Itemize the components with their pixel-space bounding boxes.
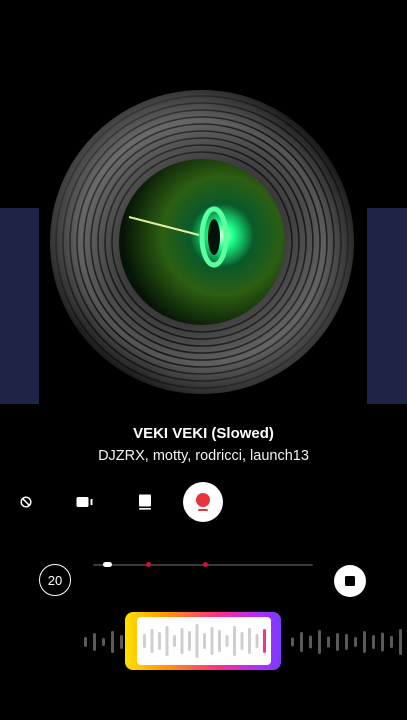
next-cover-card[interactable]: [367, 208, 407, 404]
selected-waveform-bar: [165, 626, 169, 656]
video-camera-icon: [76, 497, 93, 507]
selected-waveform-bar: [203, 633, 206, 649]
selected-waveform-bar: [195, 624, 199, 658]
waveform-bar: [120, 635, 123, 649]
selected-waveform-bar: [180, 628, 184, 654]
stop-icon: [345, 576, 355, 586]
video-button[interactable]: [73, 492, 97, 512]
timeline-marker[interactable]: [146, 562, 151, 567]
waveform-bar: [381, 632, 384, 652]
waveform-bar: [363, 631, 366, 653]
waveform-bar: [291, 637, 294, 647]
waveform-bar: [102, 638, 105, 646]
record-button[interactable]: [183, 482, 223, 522]
timeline-handle[interactable]: [103, 562, 112, 567]
waveform-bar: [390, 636, 393, 648]
song-title: VEKI VEKI (Slowed): [133, 425, 274, 442]
waveform-bar: [372, 635, 375, 649]
timeline-marker[interactable]: [203, 562, 208, 567]
stop-button[interactable]: [334, 565, 366, 597]
waveform-bar: [327, 636, 330, 648]
selected-waveform-bar: [263, 629, 266, 653]
no-effect-icon: [20, 496, 32, 508]
vinyl-record[interactable]: [49, 89, 355, 395]
selected-waveform-bar: [240, 632, 244, 650]
waveform-bar: [345, 634, 348, 650]
selected-waveform-bar: [255, 634, 259, 648]
selected-waveform-bar: [150, 629, 154, 653]
prev-cover-card[interactable]: [0, 208, 39, 404]
sticker-icon: [139, 494, 151, 510]
waveform-bar: [354, 637, 357, 647]
selected-waveform-bar: [218, 630, 221, 652]
timer-label: 20: [47, 572, 63, 588]
waveform-bar: [93, 633, 96, 651]
sticker-button[interactable]: [135, 490, 155, 514]
selected-waveform-bar: [210, 627, 214, 655]
album-art: [119, 159, 285, 325]
waveform-bar: [84, 637, 87, 647]
selected-waveform-bar: [248, 628, 251, 654]
waveform-bar: [399, 629, 402, 655]
selected-waveform-bar: [188, 631, 191, 651]
waveform-selection-frame[interactable]: [125, 612, 281, 670]
waveform-bar: [309, 635, 312, 649]
selected-waveform-bar: [225, 635, 229, 647]
waveform-bar: [111, 631, 114, 653]
no-effect-button[interactable]: [16, 492, 36, 512]
waveform-bar: [318, 630, 321, 654]
selected-waveform: [143, 624, 266, 658]
waveform-bar: [336, 633, 339, 651]
selected-waveform-bar: [173, 635, 176, 647]
selected-waveform-bar: [143, 634, 146, 648]
waveform-selection-window[interactable]: [137, 617, 271, 665]
timer-button[interactable]: 20: [39, 564, 71, 596]
record-icon: [196, 493, 210, 511]
selected-waveform-bar: [158, 632, 161, 650]
waveform-bar: [300, 632, 303, 652]
song-artists: DJZRX, motty, rodricci, launch13: [98, 448, 309, 464]
selected-waveform-bar: [233, 626, 236, 656]
